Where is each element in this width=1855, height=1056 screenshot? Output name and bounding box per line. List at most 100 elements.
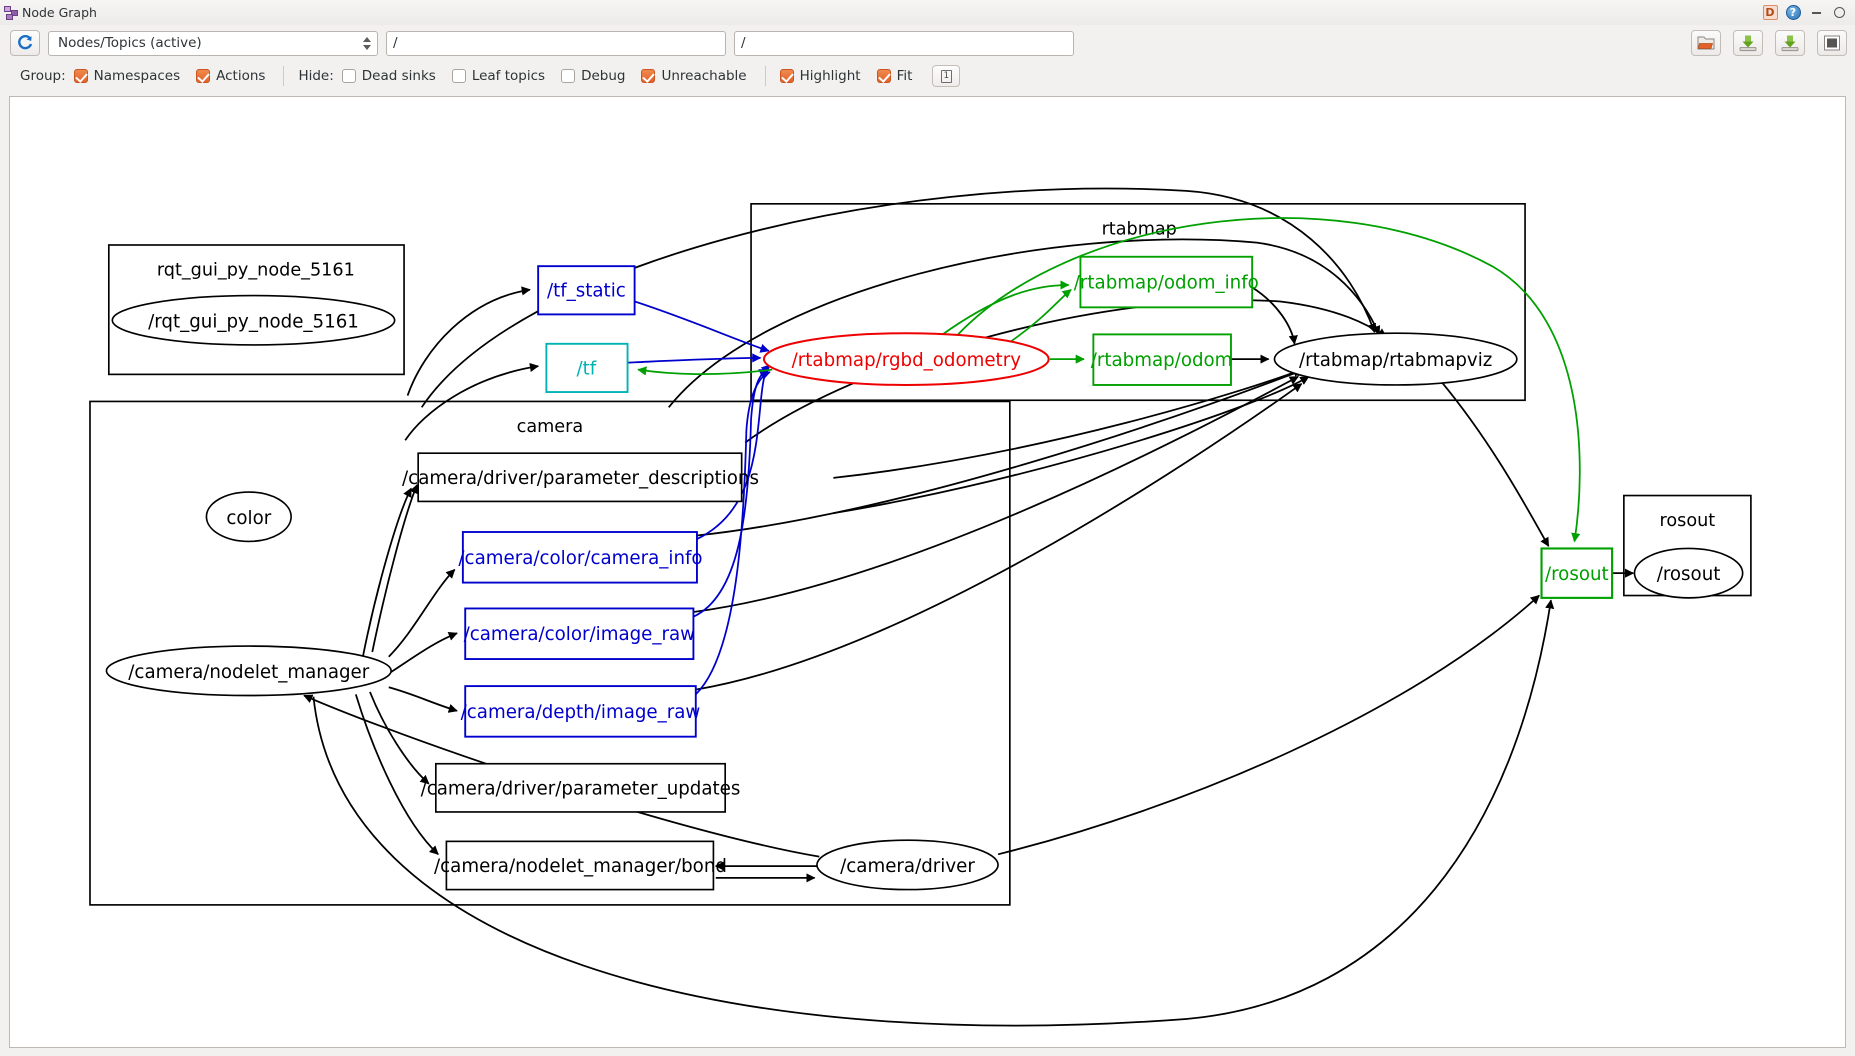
- checkbox-icon: [341, 69, 356, 83]
- cluster-label: rosout: [1660, 511, 1716, 531]
- edge: [997, 594, 1540, 856]
- edge: [1251, 286, 1298, 345]
- help-button[interactable]: ?: [1783, 3, 1803, 23]
- group-actions-label: Actions: [216, 68, 266, 84]
- load-dot-button[interactable]: [1691, 30, 1721, 56]
- node-filter-value: /: [741, 35, 746, 51]
- edge: [833, 375, 1310, 515]
- zoom-reset-label: 1: [940, 69, 952, 83]
- node-camera-nodelet-manager-bond[interactable]: /camera/nodelet_manager/bond: [434, 840, 727, 891]
- save-image-button[interactable]: [1775, 30, 1805, 56]
- hide-label: Hide:: [298, 68, 334, 84]
- fit-checkbox[interactable]: Fit: [876, 68, 913, 84]
- save-dot-icon: [1739, 35, 1757, 52]
- graph-canvas[interactable]: rqt_gui_py_node_5161 rtabmap camera roso…: [9, 96, 1846, 1048]
- edge: [634, 300, 770, 353]
- checkbox-icon: [876, 69, 891, 83]
- undock-button[interactable]: D: [1760, 3, 1780, 23]
- node-camera-driver-parameter-updates[interactable]: /camera/driver/parameter_updates: [421, 762, 741, 813]
- node-label: /rosout: [1657, 564, 1721, 585]
- node-tf-static[interactable]: /tf_static: [537, 265, 636, 316]
- refresh-icon: [18, 34, 33, 50]
- hide-unreachable-checkbox[interactable]: Unreachable: [641, 68, 747, 84]
- highlight-checkbox[interactable]: Highlight: [779, 68, 861, 84]
- image-export-button[interactable]: [1817, 30, 1847, 56]
- node-camera-depth-image-raw[interactable]: /camera/depth/image_raw: [461, 685, 701, 738]
- group-namespaces-label: Namespaces: [93, 68, 181, 84]
- hide-debug-checkbox[interactable]: Debug: [561, 68, 625, 84]
- checkbox-icon: [779, 69, 794, 83]
- window-title: Node Graph: [22, 5, 97, 20]
- save-dot-button[interactable]: [1733, 30, 1763, 56]
- node-label: color: [226, 508, 271, 529]
- node-rtabmap-rgbd-odometry[interactable]: /rtabmap/rgbd_odometry: [762, 332, 1050, 386]
- edge: [388, 568, 456, 658]
- node-camera-driver-parameter-descriptions[interactable]: /camera/driver/parameter_descriptions: [402, 452, 759, 503]
- checkbox-icon: [73, 69, 88, 83]
- graph-type-value: Nodes/Topics (active): [58, 35, 202, 51]
- node-rosout[interactable]: /rosout: [1633, 547, 1744, 599]
- save-image-icon: [1781, 35, 1799, 52]
- node-rtabmap-odom[interactable]: /rtabmap/odom: [1091, 333, 1233, 386]
- node-color[interactable]: color: [205, 491, 292, 543]
- edge: [369, 691, 430, 785]
- node-label: /rtabmap/rgbd_odometry: [792, 350, 1022, 371]
- node-graph-window: Node Graph D ? Nodes/Topics (active) / /…: [0, 0, 1855, 1056]
- edge: [627, 353, 762, 364]
- node-camera-color-image-raw[interactable]: /camera/color/image_raw: [464, 607, 696, 660]
- hide-dead-sinks-label: Dead sinks: [361, 68, 436, 84]
- edge: [696, 364, 771, 540]
- hide-dead-sinks-checkbox[interactable]: Dead sinks: [341, 68, 436, 84]
- edge: [1438, 378, 1550, 547]
- edge: [693, 375, 1299, 613]
- group-label: Group:: [20, 68, 66, 84]
- checkbox-icon: [451, 69, 466, 83]
- node-graph-icon: [4, 5, 20, 21]
- image-icon: [1824, 35, 1840, 51]
- node-camera-nodelet-manager[interactable]: /camera/nodelet_manager: [105, 645, 392, 697]
- checkbox-icon: [641, 69, 656, 83]
- edge: [362, 487, 412, 657]
- node-camera-driver[interactable]: /camera/driver: [816, 839, 999, 891]
- checkbox-icon: [196, 69, 211, 83]
- node-tf[interactable]: /tf: [545, 342, 629, 393]
- group-actions-checkbox[interactable]: Actions: [196, 68, 265, 84]
- options-toolbar: Group: Namespaces Actions Hide: Dead sin…: [0, 61, 1855, 91]
- node-rosout-topic[interactable]: /rosout: [1540, 547, 1614, 599]
- minimize-button[interactable]: [1806, 3, 1826, 23]
- main-toolbar: Nodes/Topics (active) / /: [0, 25, 1855, 61]
- node-label: /tf_static: [547, 281, 626, 302]
- close-icon: [1833, 7, 1845, 18]
- chevron-updown-icon: [359, 32, 375, 55]
- node-label: /rtabmap/rtabmapviz: [1299, 350, 1492, 371]
- minimize-icon: [1811, 11, 1821, 14]
- node-rtabmap-rtabmapviz[interactable]: /rtabmap/rtabmapviz: [1273, 332, 1518, 386]
- hide-leaf-topics-checkbox[interactable]: Leaf topics: [451, 68, 546, 84]
- edge: [696, 368, 1305, 537]
- group-namespaces-checkbox[interactable]: Namespaces: [73, 68, 181, 84]
- refresh-button[interactable]: [10, 30, 40, 56]
- node-rqt-gui-py-node[interactable]: /rqt_gui_py_node_5161: [111, 294, 396, 346]
- cluster-label: camera: [517, 417, 584, 437]
- node-rtabmap-odom-info[interactable]: /rtabmap/odom_info: [1074, 255, 1259, 309]
- node-graph-svg[interactable]: rqt_gui_py_node_5161 rtabmap camera roso…: [10, 97, 1845, 1047]
- highlight-label: Highlight: [799, 68, 861, 84]
- node-label: /camera/depth/image_raw: [461, 702, 701, 723]
- title-bar: Node Graph D ?: [0, 0, 1855, 25]
- node-label: /camera/driver: [840, 856, 975, 877]
- node-label: /camera/color/image_raw: [464, 624, 696, 645]
- graph-type-select[interactable]: Nodes/Topics (active): [48, 30, 378, 56]
- node-filter-input[interactable]: /: [734, 30, 1074, 56]
- edge: [390, 631, 458, 673]
- topic-filter-input[interactable]: /: [386, 30, 726, 56]
- node-label: /rtabmap/odom_info: [1074, 273, 1259, 294]
- hide-leaf-topics-label: Leaf topics: [471, 68, 546, 84]
- checkbox-icon: [561, 69, 576, 83]
- node-camera-color-camera-info[interactable]: /camera/color/camera_info: [458, 531, 703, 584]
- close-button[interactable]: [1829, 3, 1849, 23]
- zoom-reset-button[interactable]: 1: [932, 65, 961, 87]
- fit-label: Fit: [896, 68, 913, 84]
- hide-debug-label: Debug: [581, 68, 626, 84]
- edge: [406, 286, 531, 396]
- node-label: /camera/driver/parameter_updates: [421, 778, 741, 799]
